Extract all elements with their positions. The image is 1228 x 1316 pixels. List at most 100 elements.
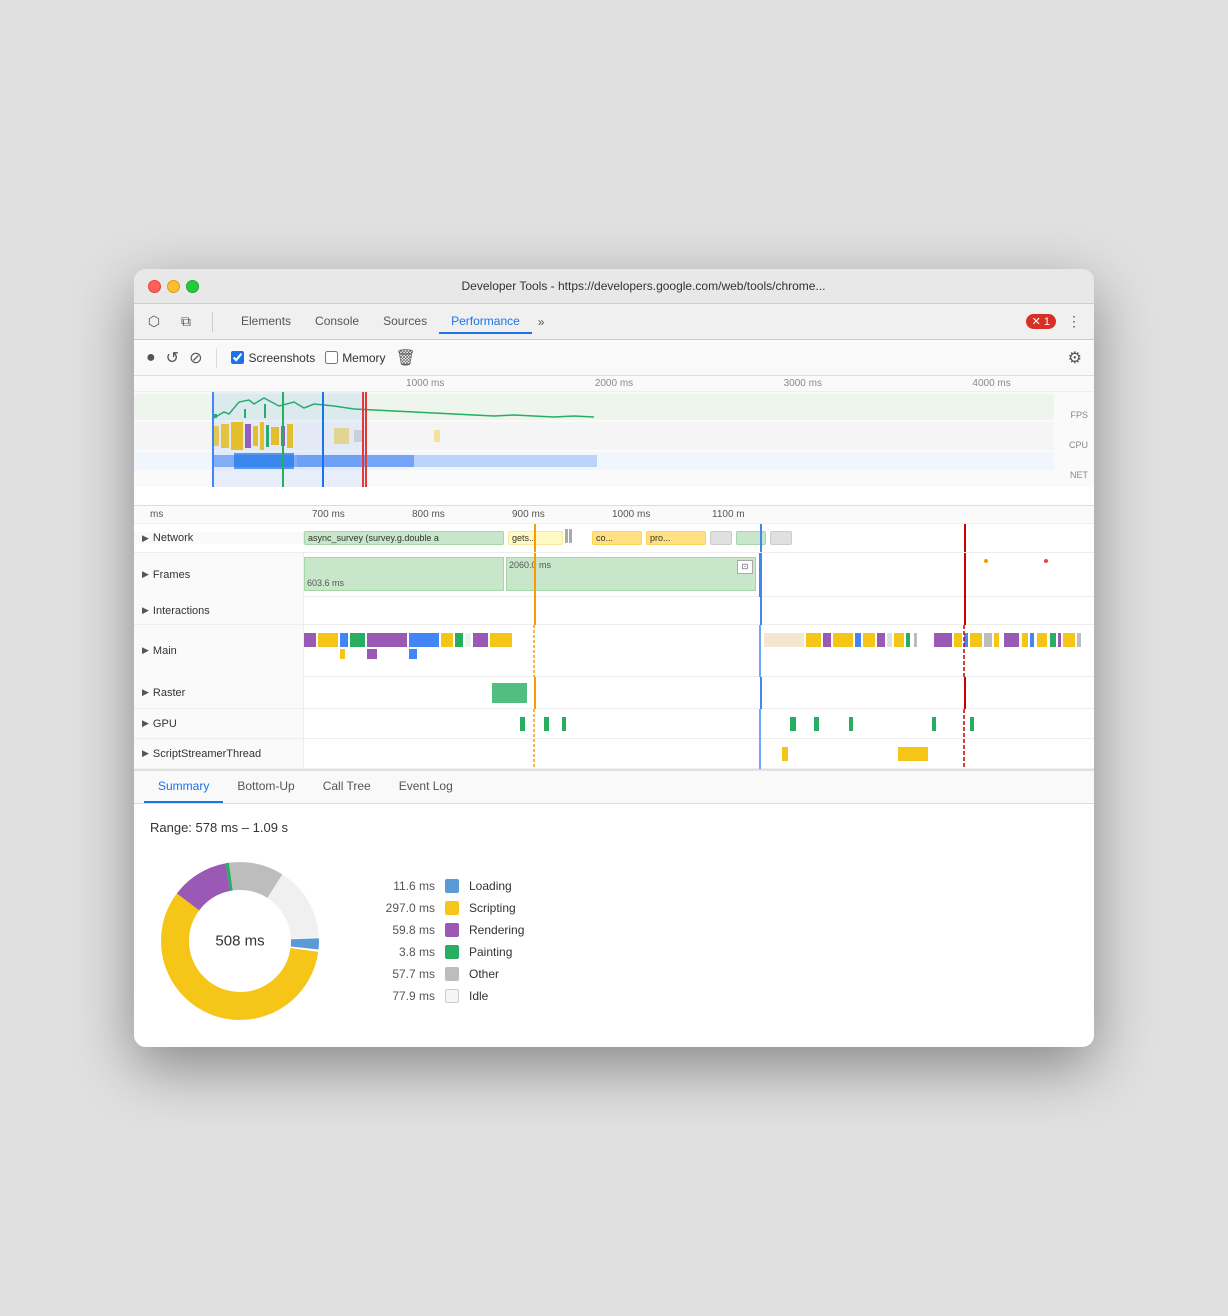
tl-ts-1100: 1100 m — [712, 509, 812, 520]
fps-label: FPS — [1069, 410, 1088, 420]
legend-loading-label: Loading — [469, 879, 512, 893]
net-bar-2[interactable]: co... — [592, 531, 642, 545]
ts-4000: 4000 ms — [897, 378, 1086, 389]
tab-console[interactable]: Console — [303, 310, 371, 334]
tab-summary[interactable]: Summary — [144, 771, 223, 803]
interactions-arrow: ▶ — [142, 605, 149, 616]
traffic-lights — [148, 280, 199, 293]
rendering-swatch — [445, 923, 459, 937]
main-text: Main — [153, 645, 177, 657]
net-bar-1[interactable]: gets... — [508, 531, 563, 545]
legend-rendering-label: Rendering — [469, 923, 524, 937]
sst-svg — [304, 739, 1094, 769]
interactions-content — [304, 597, 1094, 625]
screenshots-checkbox[interactable]: Screenshots — [231, 351, 315, 365]
frame-block-1[interactable]: 2060.0 ms ⊡ — [506, 557, 756, 591]
frames-content: 603.6 ms 2060.0 ms ⊡ — [304, 553, 1094, 597]
vline-blue-int — [760, 597, 762, 625]
legend-idle: 77.9 ms Idle — [370, 989, 524, 1003]
summary-panel: Summary Bottom-Up Call Tree Event Log Ra… — [134, 769, 1094, 1047]
tab-bar: ⬡ ⧉ Elements Console Sources Performance… — [134, 304, 1094, 340]
separator-2 — [216, 348, 217, 368]
timeline-panel: ms 700 ms 800 ms 900 ms 1000 ms 1100 m ▶… — [134, 506, 1094, 769]
tl-ts-900: 900 ms — [512, 509, 612, 520]
network-text: Network — [153, 532, 193, 544]
overview-chart[interactable]: FPS CPU NET — [134, 392, 1094, 487]
title-bar: Developer Tools - https://developers.goo… — [134, 269, 1094, 304]
frames-row: ▶ Frames 603.6 ms 2060.0 ms ⊡ — [134, 553, 1094, 597]
net-bar-6[interactable] — [770, 531, 792, 545]
error-icon: ✕ — [1032, 315, 1041, 328]
clear-button[interactable]: ⊘ — [189, 348, 202, 368]
memory-checkbox[interactable]: Memory — [325, 351, 385, 365]
settings-icon[interactable]: ⚙ — [1068, 348, 1082, 368]
chart-area: 508 ms 11.6 ms Loading 297.0 ms Scriptin… — [150, 851, 1078, 1031]
overview-labels: FPS CPU NET — [1069, 410, 1088, 480]
tab-performance[interactable]: Performance — [439, 310, 532, 334]
raster-content — [304, 677, 1094, 709]
main-label[interactable]: ▶ Main — [134, 625, 304, 677]
tab-right-controls: ✕ 1 ⋮ — [1026, 312, 1084, 332]
net-bar-0[interactable]: async_survey (survey.g.double a — [304, 531, 504, 545]
settings-button[interactable]: ⚙ — [1068, 348, 1082, 368]
gpu-label[interactable]: ▶ GPU — [134, 709, 304, 738]
gpu-arrow: ▶ — [142, 718, 149, 729]
record-button[interactable]: ● — [146, 349, 156, 367]
raster-text: Raster — [153, 687, 185, 699]
cursor-icon[interactable]: ⬡ — [144, 312, 164, 332]
tl-ts-1000: 1000 ms — [612, 509, 712, 520]
cpu-label: CPU — [1069, 440, 1088, 450]
frame-block-0[interactable]: 603.6 ms — [304, 557, 504, 591]
legend-other-value: 57.7 ms — [370, 967, 435, 981]
more-tabs-button[interactable]: » — [532, 311, 551, 333]
ts-2000: 2000 ms — [520, 378, 709, 389]
network-content: async_survey (survey.g.double a gets... … — [304, 524, 1094, 552]
minimize-button[interactable] — [167, 280, 180, 293]
main-content — [304, 625, 1094, 677]
main-tabs: Elements Console Sources Performance » — [229, 310, 550, 334]
devtools-window: Developer Tools - https://developers.goo… — [134, 269, 1094, 1047]
raster-block-1[interactable] — [492, 683, 527, 703]
tab-sources[interactable]: Sources — [371, 310, 439, 334]
other-swatch — [445, 967, 459, 981]
red-marker — [362, 392, 364, 487]
legend-scripting-label: Scripting — [469, 901, 516, 915]
ts-0 — [142, 378, 331, 389]
frames-label[interactable]: ▶ Frames — [134, 553, 304, 597]
selection-region[interactable] — [212, 392, 367, 487]
script-streamer-label[interactable]: ▶ ScriptStreamerThread — [134, 739, 304, 768]
raster-row: ▶ Raster — [134, 677, 1094, 709]
idle-swatch — [445, 989, 459, 1003]
tab-call-tree[interactable]: Call Tree — [309, 771, 385, 803]
overview-timescale: 1000 ms 2000 ms 3000 ms 4000 ms — [134, 376, 1094, 392]
net-arrows — [565, 529, 585, 543]
delete-button[interactable]: 🗑 — [396, 348, 416, 368]
frames-orange-dot-1 — [984, 559, 988, 563]
legend-idle-value: 77.9 ms — [370, 989, 435, 1003]
net-bar-3[interactable]: pro... — [646, 531, 706, 545]
frames-red-dot — [1044, 559, 1048, 563]
donut-chart: 508 ms — [150, 851, 330, 1031]
net-bar-5[interactable] — [736, 531, 766, 545]
maximize-button[interactable] — [186, 280, 199, 293]
controls-bar: ● ↺ ⊘ Screenshots Memory 🗑 ⚙ — [134, 340, 1094, 376]
raster-label[interactable]: ▶ Raster — [134, 677, 304, 708]
close-button[interactable] — [148, 280, 161, 293]
more-options-icon[interactable]: ⋮ — [1064, 312, 1084, 332]
network-label[interactable]: ▶ Network — [134, 532, 304, 544]
legend-rendering: 59.8 ms Rendering — [370, 923, 524, 937]
tab-bottom-up[interactable]: Bottom-Up — [223, 771, 308, 803]
legend-scripting: 297.0 ms Scripting — [370, 901, 524, 915]
tab-elements[interactable]: Elements — [229, 310, 303, 334]
tab-event-log[interactable]: Event Log — [385, 771, 467, 803]
net-bar-4[interactable] — [710, 531, 732, 545]
gpu-text: GPU — [153, 718, 177, 730]
inspect-icon[interactable]: ⧉ — [176, 312, 196, 332]
legend-idle-label: Idle — [469, 989, 488, 1003]
error-badge[interactable]: ✕ 1 — [1026, 314, 1056, 329]
vline-red-frames — [964, 553, 966, 597]
green-marker — [282, 392, 284, 487]
reload-button[interactable]: ↺ — [166, 348, 179, 368]
interactions-label[interactable]: ▶ Interactions — [134, 597, 304, 624]
tl-ts-800: 800 ms — [412, 509, 512, 520]
